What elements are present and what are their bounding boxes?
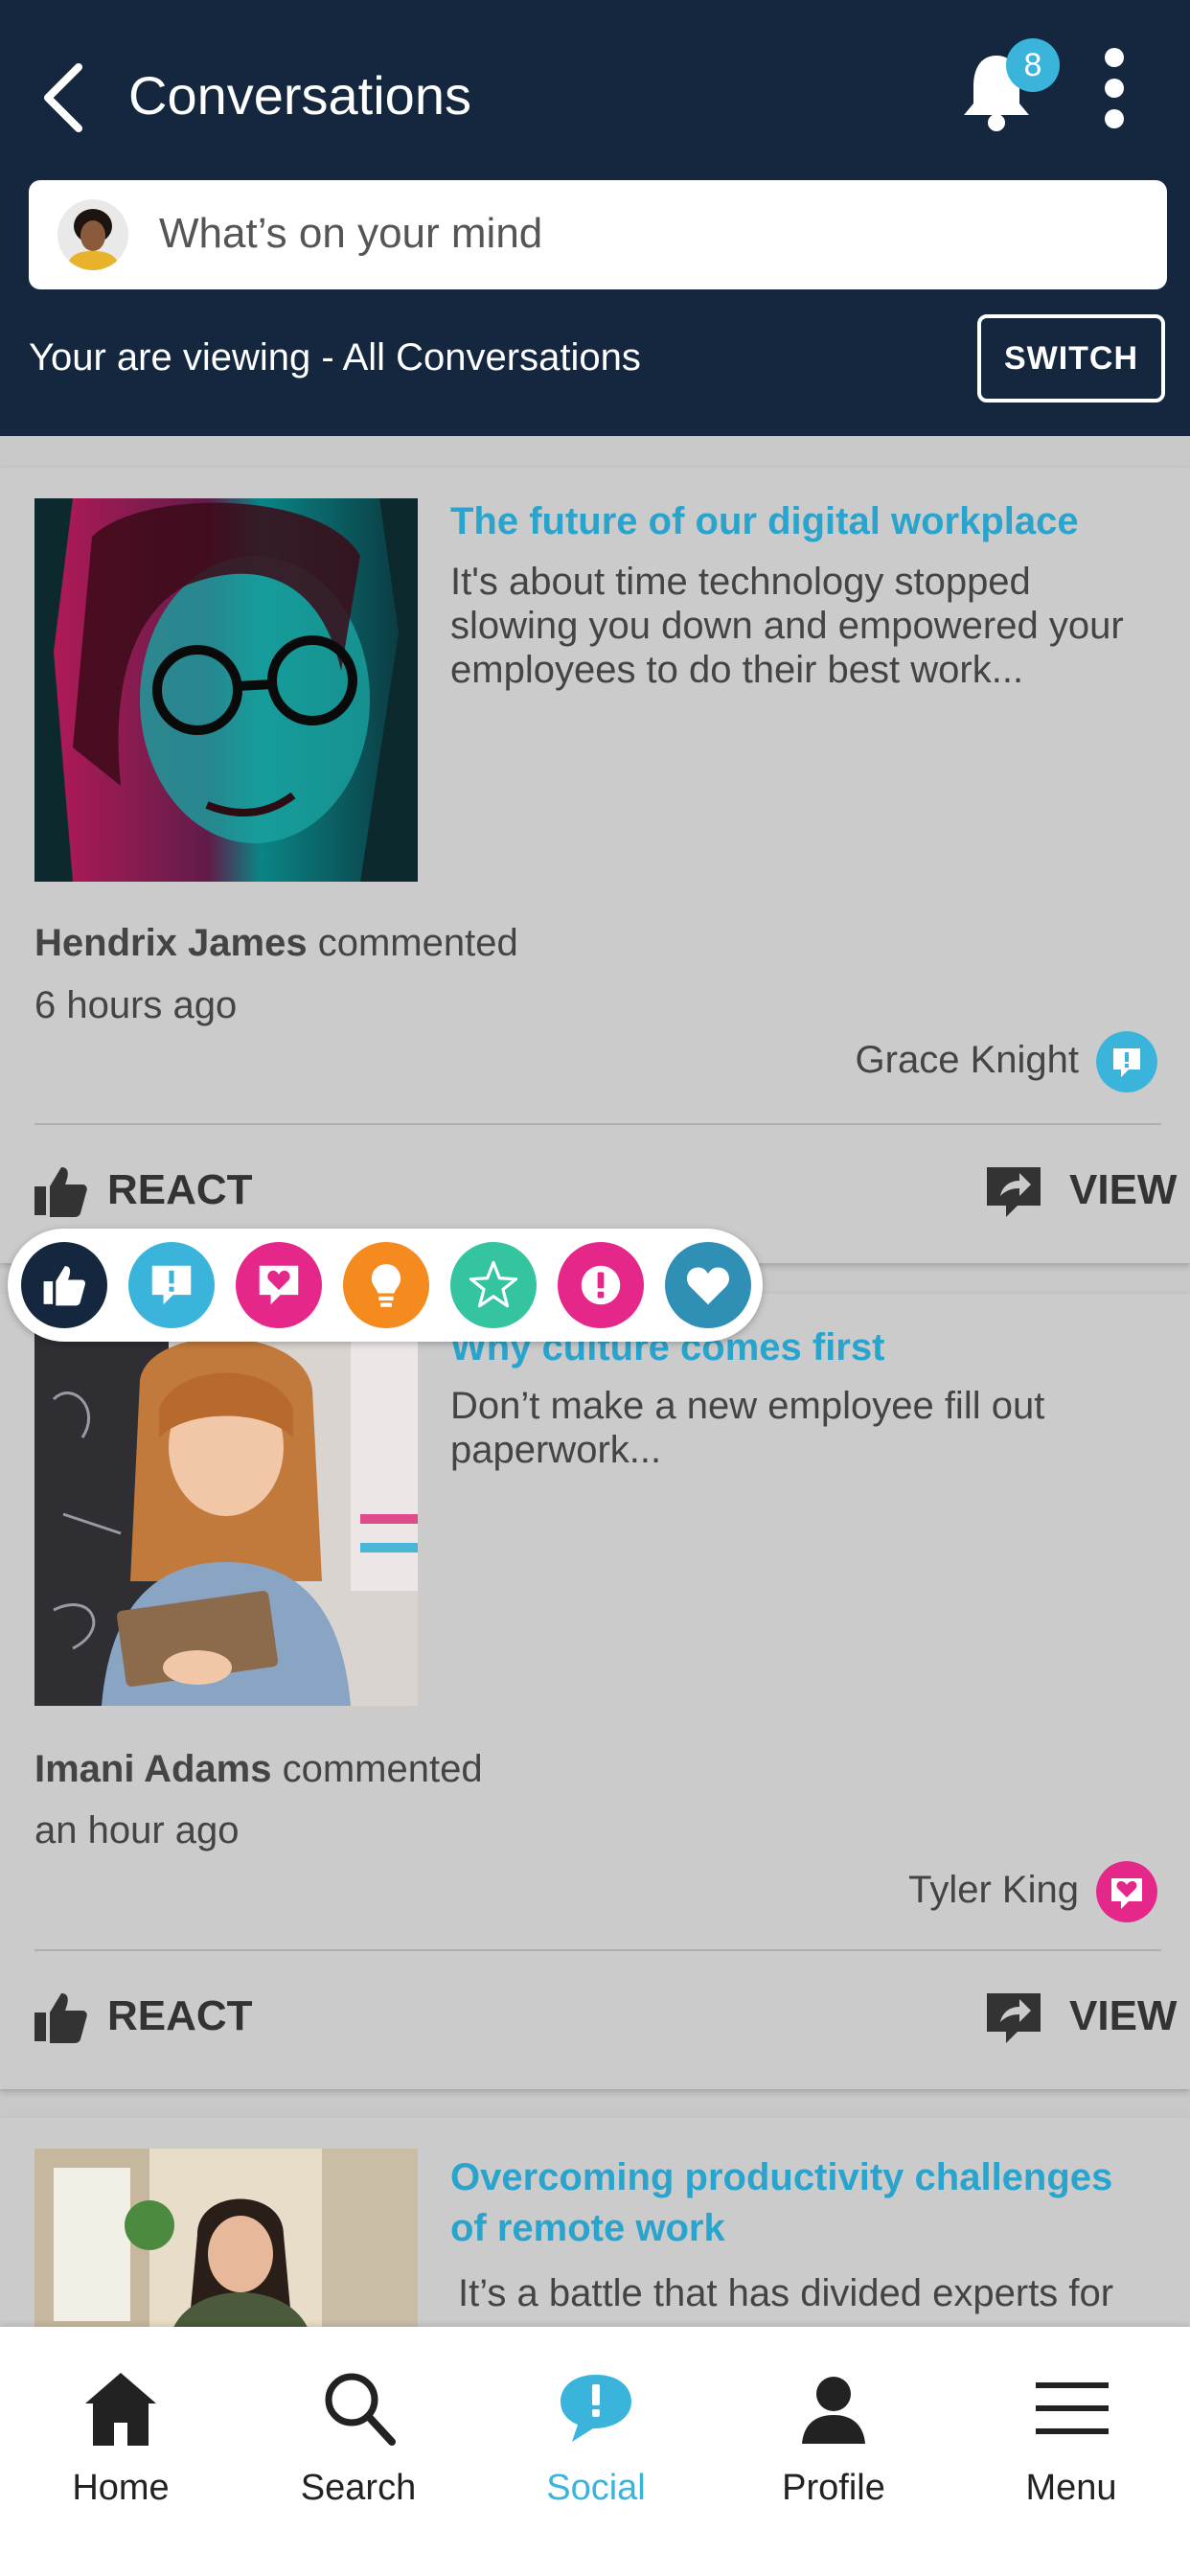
more-options-icon[interactable] — [1100, 48, 1129, 134]
bottom-navigation: Home Search Social Profile Menu — [0, 2327, 1190, 2576]
exclamation-icon — [581, 1265, 621, 1305]
home-icon — [85, 2373, 156, 2446]
view-button[interactable]: VIEW — [983, 1986, 1177, 2049]
reaction-alert-bubble[interactable] — [128, 1242, 215, 1328]
notification-count-badge: 8 — [1006, 38, 1060, 92]
view-button[interactable]: VIEW — [983, 1160, 1177, 1223]
tag-user-name: Grace Knight — [855, 1039, 1079, 1081]
divider — [34, 1123, 1161, 1125]
commented-text: commented — [307, 922, 518, 964]
nav-social[interactable]: Social — [477, 2365, 715, 2518]
reaction-thumbs-up[interactable] — [21, 1242, 107, 1328]
react-button[interactable]: REACT — [33, 1986, 253, 2049]
react-label: REACT — [107, 1992, 253, 2039]
commenter-line: Hendrix James commented — [34, 916, 518, 970]
commented-text: commented — [271, 1748, 483, 1790]
heart-bubble-icon — [259, 1265, 299, 1305]
composer-placeholder: What’s on your mind — [159, 210, 543, 257]
viewing-filter-text: Your are viewing - All Conversations — [29, 336, 641, 379]
share-bubble-icon — [987, 1167, 1041, 1217]
nav-profile[interactable]: Profile — [715, 2365, 952, 2518]
nav-home[interactable]: Home — [2, 2365, 240, 2518]
reaction-idea[interactable] — [343, 1242, 429, 1328]
post-image — [34, 2149, 418, 2340]
speech-bubble-alert-icon — [1096, 1031, 1157, 1092]
nav-social-label: Social — [546, 2468, 646, 2508]
post-image — [34, 498, 418, 882]
post-excerpt: Don’t make a new employee fill out paper… — [450, 1385, 1045, 1471]
avatar — [57, 199, 128, 270]
switch-button[interactable]: SWITCH — [977, 314, 1165, 402]
thumbs-up-icon — [34, 1993, 87, 2043]
reaction-star[interactable] — [450, 1242, 537, 1328]
react-label: REACT — [107, 1166, 253, 1213]
reaction-picker — [8, 1229, 763, 1342]
view-label: VIEW — [1069, 1166, 1178, 1213]
nav-menu[interactable]: Menu — [952, 2365, 1190, 2518]
divider — [34, 1949, 1161, 1951]
view-label: VIEW — [1069, 1992, 1178, 2039]
comment-time: 6 hours ago — [34, 984, 238, 1026]
commenter-name[interactable]: Hendrix James — [34, 922, 308, 964]
post-image — [34, 1322, 418, 1706]
thumbs-up-icon — [43, 1266, 86, 1306]
social-bubble-icon — [561, 2375, 631, 2442]
page-title: Conversations — [128, 65, 471, 126]
nav-menu-label: Menu — [1025, 2468, 1117, 2508]
alert-bubble-icon — [151, 1265, 192, 1305]
thumbs-up-icon — [34, 1167, 87, 1217]
profile-icon — [802, 2377, 865, 2444]
post-excerpt: It’s a battle that has divided experts f… — [458, 2272, 1114, 2314]
post-title[interactable]: The future of our digital workplace — [450, 496, 1159, 547]
share-bubble-icon — [987, 1993, 1041, 2043]
commenter-name[interactable]: Imani Adams — [34, 1748, 271, 1790]
composer-input[interactable]: What’s on your mind — [29, 180, 1167, 289]
reaction-heart[interactable] — [665, 1242, 751, 1328]
react-button[interactable]: REACT — [33, 1160, 253, 1223]
menu-icon — [1036, 2382, 1109, 2434]
post-card[interactable]: The future of our digital workplace It's… — [0, 468, 1190, 1263]
post-title[interactable]: Overcoming productivity challenges of re… — [450, 2152, 1159, 2254]
heart-bubble-icon — [1096, 1861, 1157, 1922]
reaction-heart-bubble[interactable] — [236, 1242, 322, 1328]
app-header: Conversations 8 What’s on your mind Your… — [0, 0, 1190, 436]
post-card[interactable]: Why culture comes first Don’t make a new… — [0, 1294, 1190, 2089]
nav-search[interactable]: Search — [240, 2365, 477, 2518]
comment-time: an hour ago — [34, 1809, 240, 1852]
nav-profile-label: Profile — [782, 2468, 885, 2508]
star-icon — [469, 1260, 518, 1308]
nav-search-label: Search — [300, 2468, 417, 2508]
heart-icon — [686, 1267, 730, 1305]
reaction-alert[interactable] — [558, 1242, 644, 1328]
post-card[interactable]: Overcoming productivity challenges of re… — [0, 2118, 1190, 2340]
tag-user-name: Tyler King — [908, 1869, 1079, 1911]
search-icon — [325, 2373, 396, 2446]
post-excerpt: It's about time technology stopped slowi… — [450, 561, 1124, 691]
nav-home-label: Home — [72, 2468, 170, 2508]
commenter-line: Imani Adams commented — [34, 1742, 483, 1796]
lightbulb-icon — [371, 1264, 401, 1307]
back-arrow-icon[interactable] — [38, 59, 96, 136]
